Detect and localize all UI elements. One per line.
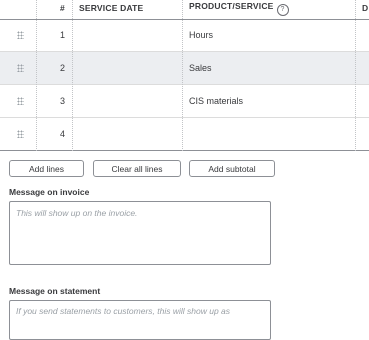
column-divider [355, 0, 356, 151]
drag-handle-icon[interactable] [17, 97, 24, 105]
message-on-invoice-field[interactable]: This will show up on the invoice. [9, 201, 271, 265]
drag-handle-icon[interactable] [17, 64, 24, 72]
table-header: # SERVICE DATE PRODUCT/SERVICE? D [0, 0, 369, 20]
drag-handle-icon[interactable] [17, 31, 24, 39]
header-service-date: SERVICE DATE [79, 3, 144, 13]
column-divider [182, 0, 183, 151]
row-number: 1 [60, 30, 66, 40]
table-row[interactable]: 2 Sales [0, 52, 369, 85]
add-lines-button[interactable]: Add lines [9, 160, 84, 177]
table-row[interactable]: 4 [0, 118, 369, 151]
header-number: # [60, 3, 65, 13]
clear-all-lines-button[interactable]: Clear all lines [93, 160, 181, 177]
table-row[interactable]: 1 Hours [0, 19, 369, 52]
message-on-statement-field[interactable]: If you send statements to customers, thi… [9, 300, 271, 340]
header-product-service: PRODUCT/SERVICE? [189, 1, 289, 16]
table-row[interactable]: 3 CIS materials [0, 85, 369, 118]
row-number: 2 [60, 63, 66, 73]
column-divider [72, 0, 73, 151]
product-service-cell[interactable]: Hours [189, 30, 213, 40]
message-on-statement-label: Message on statement [9, 286, 101, 296]
add-subtotal-button[interactable]: Add subtotal [189, 160, 275, 177]
product-service-cell[interactable]: Sales [189, 63, 212, 73]
help-icon[interactable]: ? [276, 4, 289, 16]
drag-handle-icon[interactable] [17, 130, 24, 138]
row-number: 4 [60, 129, 66, 139]
header-product-service-label: PRODUCT/SERVICE [189, 1, 274, 11]
column-divider [36, 0, 37, 151]
message-on-invoice-placeholder: This will show up on the invoice. [16, 208, 138, 218]
row-number: 3 [60, 96, 66, 106]
product-service-cell[interactable]: CIS materials [189, 96, 243, 106]
message-on-invoice-label: Message on invoice [9, 187, 90, 197]
message-on-statement-placeholder: If you send statements to customers, thi… [16, 306, 231, 316]
header-next-column: D [362, 3, 369, 13]
